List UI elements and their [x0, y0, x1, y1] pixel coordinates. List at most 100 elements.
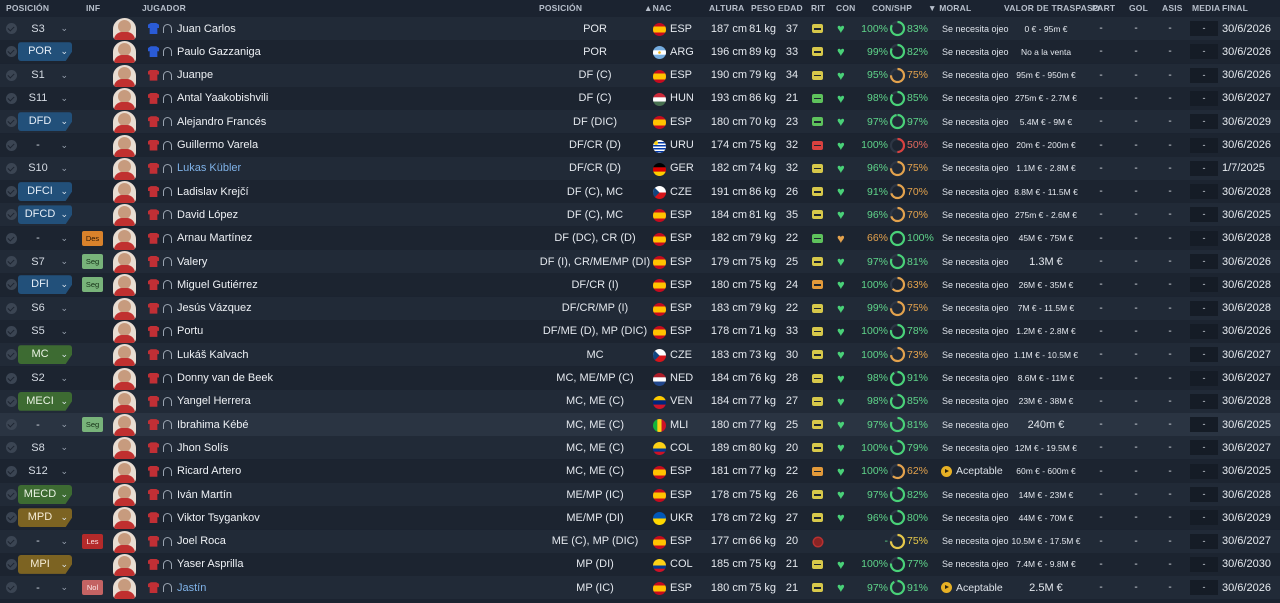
select-check-icon[interactable]: [6, 162, 17, 174]
player-name[interactable]: Jastín: [177, 576, 206, 599]
header-posicion-desc[interactable]: POSICIÓN: [539, 3, 582, 13]
select-check-icon[interactable]: [6, 116, 17, 128]
player-name[interactable]: Ibrahima Kébé: [177, 413, 249, 436]
table-row[interactable]: - ⌄ Des Arnau Martínez DF (DC), CR (D) E…: [0, 226, 1280, 250]
table-row[interactable]: MPD ⌄ Viktor Tsygankov ME/MP (DI) UKR 17…: [0, 506, 1280, 530]
position-selector[interactable]: DFD ⌄: [18, 112, 74, 132]
select-check-icon[interactable]: [6, 92, 17, 104]
table-row[interactable]: S5 ⌄ Portu DF/ME (D), MP (DIC) ESP 178 c…: [0, 319, 1280, 343]
player-name[interactable]: Valery: [177, 250, 207, 273]
header-posicion[interactable]: POSICIÓN: [6, 3, 49, 13]
table-row[interactable]: MC ⌄ Lukáš Kalvach MC CZE 183 cm 73 kg 3…: [0, 343, 1280, 367]
position-selector[interactable]: MECI ⌄: [18, 391, 74, 411]
player-name[interactable]: Jhon Solís: [177, 436, 228, 459]
select-check-icon[interactable]: [6, 372, 17, 384]
header-media[interactable]: MEDIA: [1192, 3, 1220, 13]
table-row[interactable]: MECI ⌄ Yangel Herrera MC, ME (C) VEN 184…: [0, 389, 1280, 413]
position-selector[interactable]: MECD ⌄: [18, 485, 74, 504]
select-check-icon[interactable]: [6, 349, 17, 361]
position-selector[interactable]: S7 ⌄: [18, 252, 74, 271]
header-edad[interactable]: EDAD: [778, 3, 803, 13]
header-moral[interactable]: ▼ MORAL: [928, 3, 971, 13]
player-name[interactable]: Jesús Vázquez: [177, 297, 252, 320]
position-selector[interactable]: S11 ⌄: [18, 89, 74, 108]
player-name[interactable]: Portu: [177, 320, 203, 343]
select-check-icon[interactable]: [6, 325, 17, 337]
player-name[interactable]: Antal Yaakobishvili: [177, 87, 268, 110]
position-selector[interactable]: S6 ⌄: [18, 299, 74, 318]
player-name[interactable]: Juanpe: [177, 64, 213, 87]
select-check-icon[interactable]: [6, 232, 17, 244]
table-row[interactable]: DFCD ⌄ David López DF (C), MC ESP 184 cm…: [0, 203, 1280, 227]
header-asis[interactable]: ASIS: [1162, 3, 1183, 13]
select-check-icon[interactable]: [6, 69, 17, 81]
table-row[interactable]: MPI ⌄ Yaser Asprilla MP (DI) COL 185 cm …: [0, 552, 1280, 576]
table-row[interactable]: S3 ⌄ Juan Carlos POR ESP 187 cm 81 kg 37…: [0, 17, 1280, 40]
position-selector[interactable]: S8 ⌄: [18, 438, 74, 457]
player-name[interactable]: Lukáš Kalvach: [177, 343, 249, 366]
position-selector[interactable]: POR ⌄: [18, 42, 74, 62]
report-badge[interactable]: Seg: [82, 254, 103, 269]
position-selector[interactable]: - ⌄: [18, 229, 74, 248]
header-peso[interactable]: PESO: [751, 3, 775, 13]
select-check-icon[interactable]: [6, 442, 17, 454]
player-name[interactable]: Ladislav Krejčí: [177, 180, 249, 203]
report-badge[interactable]: Seg: [82, 417, 103, 433]
report-badge[interactable]: Les: [82, 533, 103, 549]
select-check-icon[interactable]: [6, 186, 17, 198]
position-selector[interactable]: - ⌄: [18, 136, 74, 155]
select-check-icon[interactable]: [6, 489, 17, 500]
table-row[interactable]: - ⌄ Nol Jastín MP (IC) ESP 180 cm 75 kg …: [0, 576, 1280, 600]
position-selector[interactable]: MPD ⌄: [18, 508, 74, 528]
player-name[interactable]: David López: [177, 203, 238, 226]
player-name[interactable]: Yangel Herrera: [177, 390, 251, 413]
header-nac[interactable]: ▲NAC: [644, 3, 672, 13]
table-row[interactable]: S12 ⌄ Ricard Artero MC, ME (C) ESP 181 c…: [0, 459, 1280, 483]
position-selector[interactable]: S1 ⌄: [18, 66, 74, 85]
player-name[interactable]: Iván Martín: [177, 483, 232, 506]
table-row[interactable]: - ⌄ Les Joel Roca ME (C), MP (DIC) ESP 1…: [0, 529, 1280, 553]
header-jugador[interactable]: JUGADOR: [142, 3, 186, 13]
player-name[interactable]: Donny van de Beek: [177, 367, 273, 390]
report-badge[interactable]: Nol: [82, 580, 103, 596]
player-name[interactable]: Ricard Artero: [177, 460, 241, 483]
table-row[interactable]: S10 ⌄ Lukas Kübler DF/CR (D) GER 182 cm …: [0, 156, 1280, 180]
select-check-icon[interactable]: [6, 395, 17, 407]
select-check-icon[interactable]: [6, 139, 17, 151]
position-selector[interactable]: S2 ⌄: [18, 369, 74, 388]
position-selector[interactable]: MC ⌄: [18, 345, 74, 365]
position-selector[interactable]: MPI ⌄: [18, 554, 74, 574]
select-check-icon[interactable]: [6, 23, 17, 34]
table-row[interactable]: POR ⌄ Paulo Gazzaniga POR ARG 196 cm 89 …: [0, 40, 1280, 64]
player-name[interactable]: Juan Carlos: [177, 17, 236, 40]
header-con[interactable]: CON: [836, 3, 856, 13]
select-check-icon[interactable]: [6, 209, 17, 221]
position-selector[interactable]: - ⌄: [18, 415, 74, 434]
report-badge[interactable]: Des: [82, 230, 103, 246]
table-row[interactable]: - ⌄ Seg Ibrahima Kébé MC, ME (C) MLI 180…: [0, 413, 1280, 437]
table-row[interactable]: MECD ⌄ Iván Martín ME/MP (IC) ESP 178 cm…: [0, 483, 1280, 506]
player-name[interactable]: Yaser Asprilla: [177, 553, 243, 576]
header-rit[interactable]: RIT: [811, 3, 825, 13]
position-selector[interactable]: - ⌄: [18, 578, 74, 597]
position-selector[interactable]: DFI ⌄: [18, 275, 74, 295]
header-altura[interactable]: ALTURA: [709, 3, 745, 13]
position-selector[interactable]: DFCD ⌄: [18, 205, 74, 225]
header-part[interactable]: PART: [1092, 3, 1115, 13]
report-badge[interactable]: Seg: [82, 277, 103, 293]
select-check-icon[interactable]: [6, 582, 17, 594]
position-selector[interactable]: S12 ⌄: [18, 462, 74, 481]
header-inf[interactable]: INF: [86, 3, 100, 13]
select-check-icon[interactable]: [6, 279, 17, 291]
player-name[interactable]: Miguel Gutiérrez: [177, 273, 258, 296]
player-name[interactable]: Arnau Martínez: [177, 227, 252, 250]
player-name[interactable]: Paulo Gazzaniga: [177, 40, 261, 63]
table-row[interactable]: S2 ⌄ Donny van de Beek MC, ME/MP (C) NED…: [0, 366, 1280, 390]
select-check-icon[interactable]: [6, 46, 17, 58]
header-con-shp[interactable]: CON/SHP: [872, 3, 912, 13]
header-valor[interactable]: VALOR DE TRASPASO: [1004, 3, 1100, 13]
player-name[interactable]: Joel Roca: [177, 530, 226, 553]
position-selector[interactable]: S3 ⌄: [18, 19, 74, 38]
table-row[interactable]: S1 ⌄ Juanpe DF (C) ESP 190 cm 79 kg 34 ♥…: [0, 63, 1280, 87]
header-gol[interactable]: GOL: [1129, 3, 1148, 13]
